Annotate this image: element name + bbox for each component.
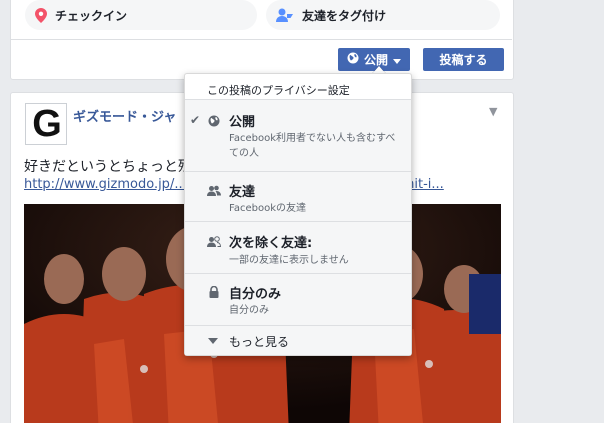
tag-friends-button[interactable]: 友達をタグ付け (266, 0, 500, 30)
page-avatar[interactable]: G (25, 103, 67, 145)
privacy-option-label: 自分のみ (229, 287, 282, 302)
checkin-button[interactable]: チェックイン (25, 0, 257, 30)
privacy-option-friends-except[interactable]: 次を除く友達: 一部の友達に表示しません (185, 221, 411, 273)
privacy-option-description: Facebook利用者でない人も含むすべての人 (229, 133, 396, 159)
friends-except-icon (207, 235, 221, 249)
privacy-option-description: Facebookの友達 (229, 203, 306, 214)
privacy-option-friends[interactable]: 友達 Facebookの友達 (185, 171, 411, 221)
composer-divider (10, 39, 512, 40)
privacy-option-description: 一部の友達に表示しません (229, 255, 349, 266)
tag-friends-icon (276, 8, 294, 23)
friends-icon (207, 184, 221, 198)
privacy-dropdown: この投稿のプライバシー設定 ✔ 公開 Facebook利用者でない人も含むすべて… (184, 73, 412, 356)
privacy-option-label: 公開 (229, 115, 256, 130)
location-pin-icon (35, 7, 47, 23)
post-options-chevron-icon[interactable]: ▼ (489, 105, 497, 118)
lock-icon (207, 285, 221, 299)
privacy-dropdown-header: この投稿のプライバシー設定 (207, 84, 350, 97)
chevron-down-icon (393, 53, 401, 67)
globe-icon (347, 52, 359, 67)
privacy-option-label: 次を除く友達: (229, 236, 313, 251)
checkin-label: チェックイン (55, 8, 128, 23)
triangle-down-icon (208, 338, 218, 344)
post-button[interactable]: 投稿する (423, 48, 504, 71)
see-more-option[interactable]: もっと見る (185, 325, 411, 355)
page-name-link[interactable]: ギズモード・ジャ (73, 106, 176, 125)
tag-friends-label: 友達をタグ付け (302, 8, 387, 23)
checkmark-icon: ✔ (190, 113, 201, 127)
post-link-start[interactable]: http://www.gizmodo.jp/... (24, 177, 187, 192)
privacy-option-public[interactable]: ✔ 公開 Facebook利用者でない人も含むすべての人 (185, 99, 411, 171)
privacy-option-label: 友達 (229, 185, 256, 200)
privacy-option-only-me[interactable]: 自分のみ 自分のみ (185, 273, 411, 325)
privacy-option-description: 自分のみ (229, 305, 269, 316)
globe-icon (207, 114, 221, 128)
see-more-label: もっと見る (229, 335, 290, 349)
post-text: 好きだというとちょっと残 (24, 159, 192, 175)
